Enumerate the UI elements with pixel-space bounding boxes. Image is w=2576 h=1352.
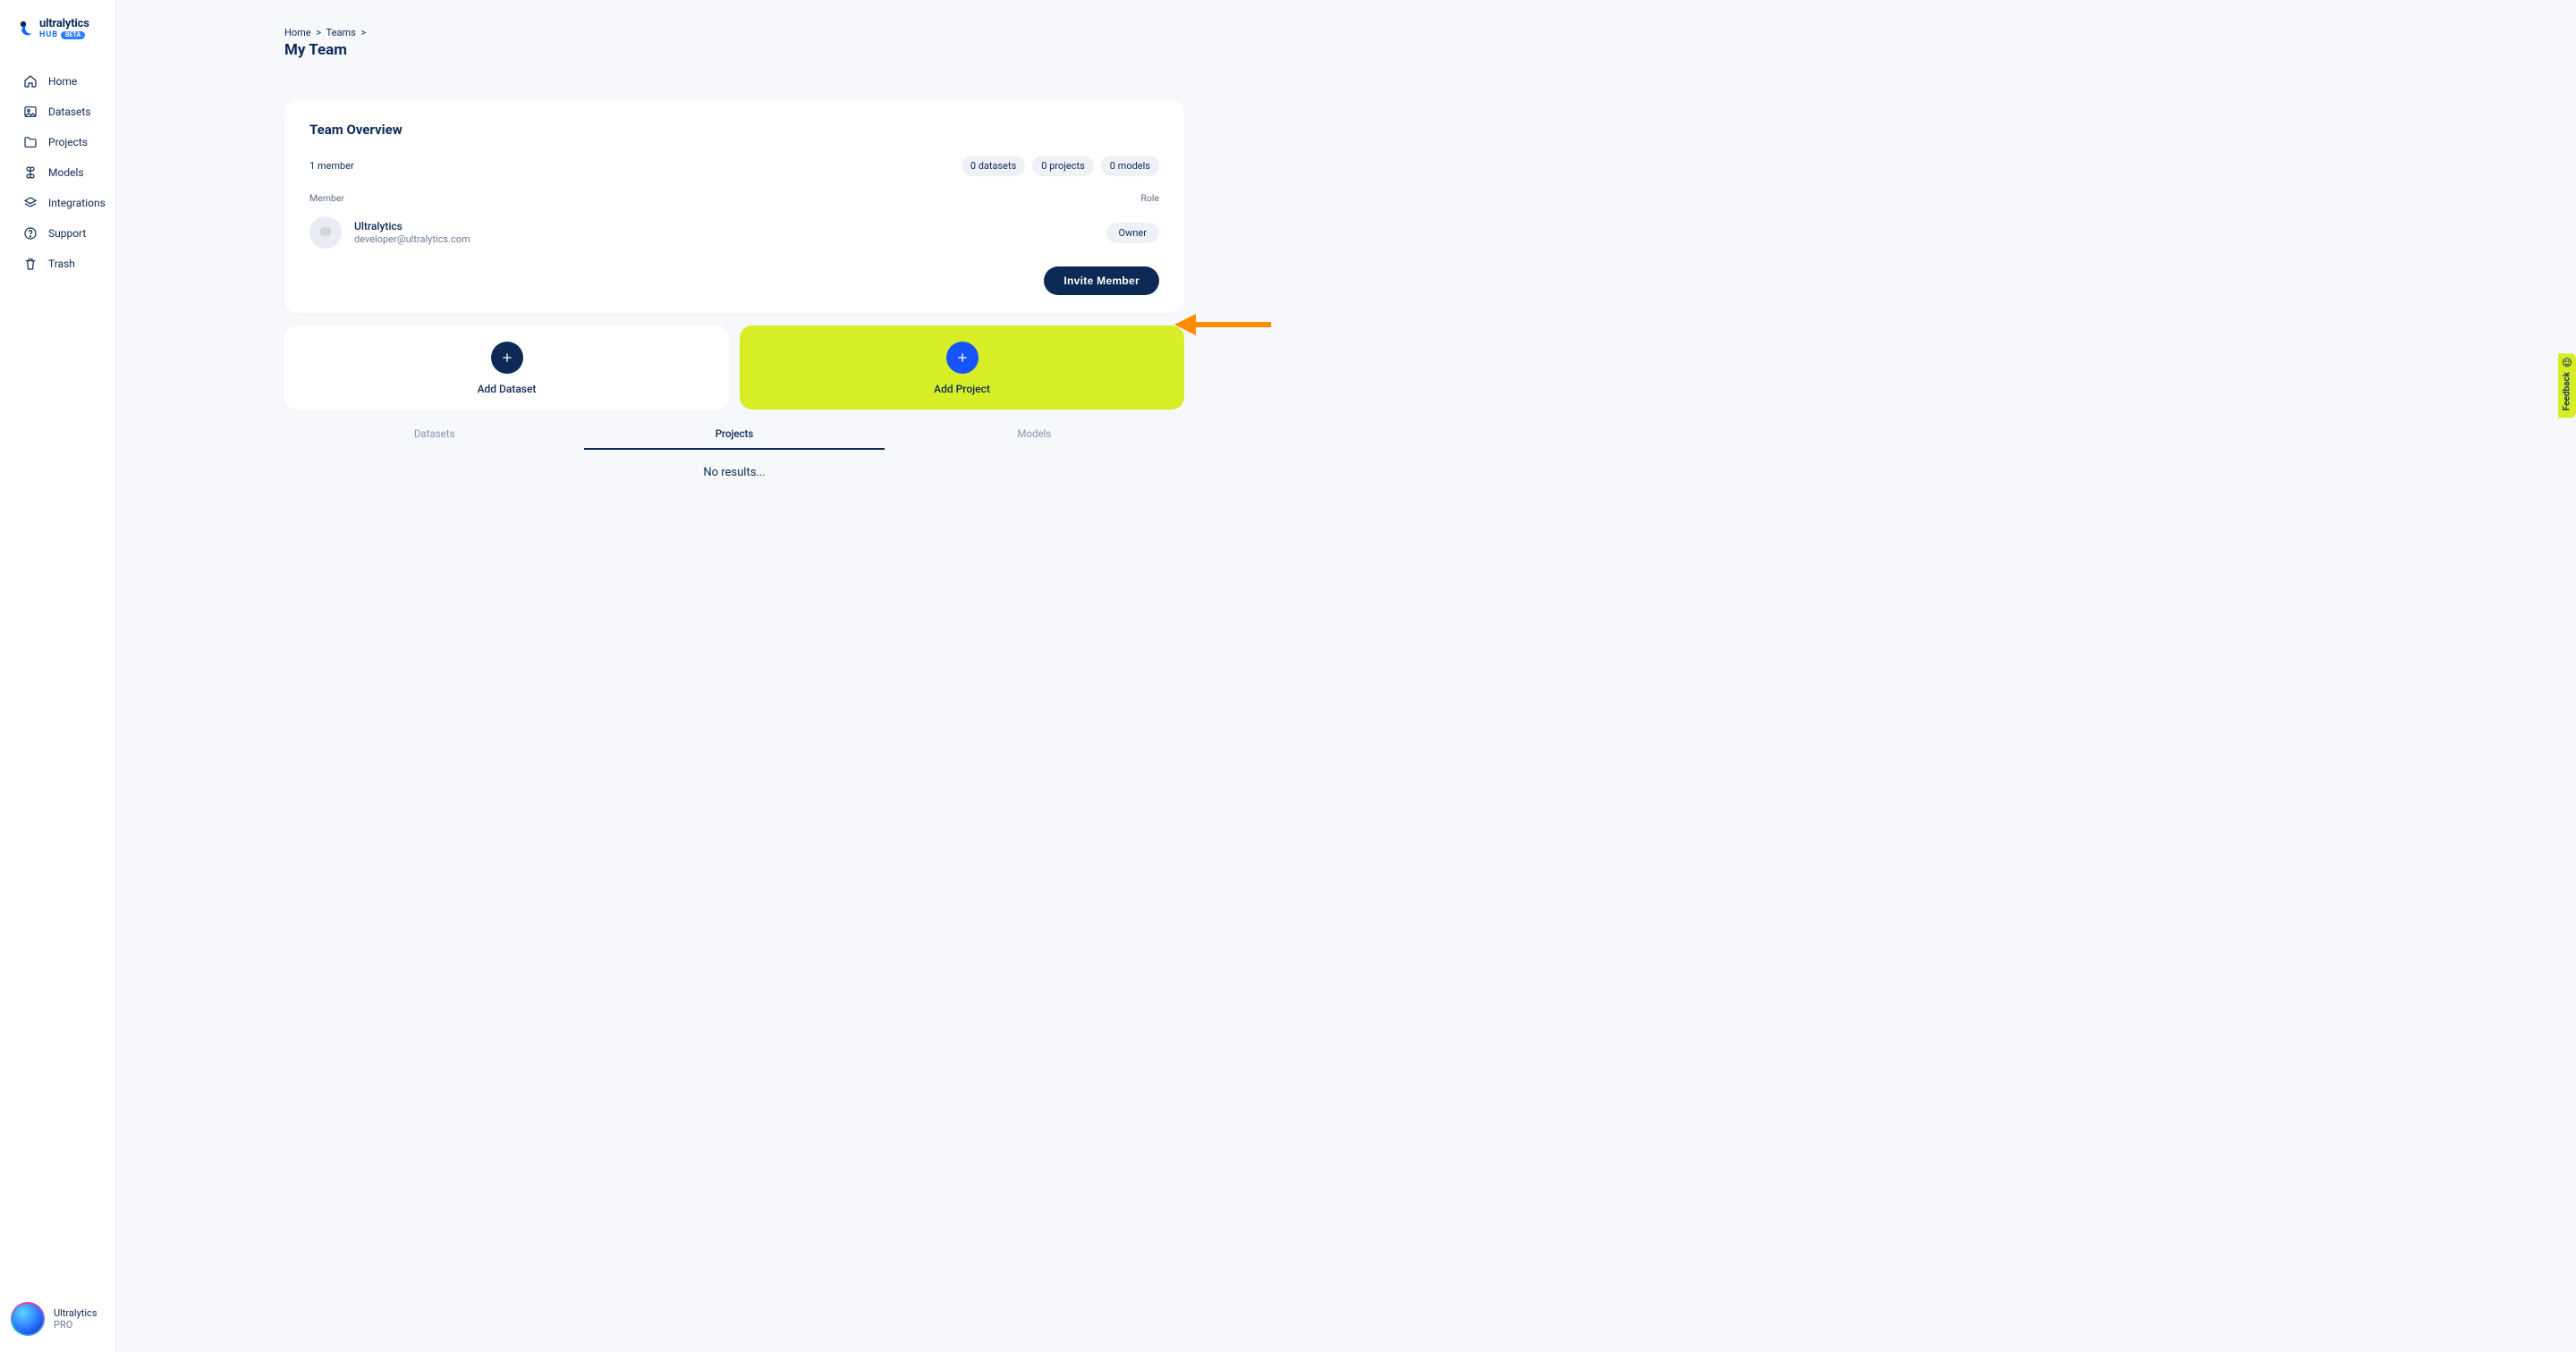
nav-projects[interactable]: Projects: [0, 127, 115, 157]
breadcrumb: Home > Teams >: [284, 27, 1184, 38]
members-table-header: Member Role: [309, 192, 1159, 204]
sidebar-user[interactable]: Ultralytics PRO: [0, 1288, 115, 1352]
trash-icon: [23, 257, 38, 271]
nav-integrations[interactable]: Integrations: [0, 188, 115, 218]
folder-icon: [23, 135, 38, 149]
nav-label: Support: [48, 227, 86, 240]
member-count: 1 member: [309, 160, 354, 172]
plus-icon: [491, 342, 523, 374]
feedback-tab[interactable]: Feedback: [2558, 353, 2576, 418]
page-title: My Team: [284, 41, 1184, 59]
chip-models: 0 models: [1101, 156, 1159, 176]
nav-label: Models: [48, 166, 84, 179]
nav-support[interactable]: Support: [0, 218, 115, 249]
card-title: Team Overview: [309, 122, 1159, 138]
chip-projects: 0 projects: [1032, 156, 1093, 176]
breadcrumb-teams[interactable]: Teams: [326, 27, 356, 38]
chevron-right-icon: >: [361, 27, 367, 38]
tab-models[interactable]: Models: [885, 420, 1184, 450]
tab-projects[interactable]: Projects: [584, 420, 884, 450]
nav-models[interactable]: Models: [0, 157, 115, 188]
smiley-icon: [2562, 357, 2572, 368]
feedback-label: Feedback: [2563, 372, 2572, 410]
col-role: Role: [1140, 192, 1159, 204]
nav-label: Home: [48, 75, 77, 88]
plus-icon: [946, 342, 979, 374]
nav-label: Projects: [48, 136, 88, 148]
invite-member-button[interactable]: Invite Member: [1044, 266, 1159, 295]
member-email: developer@ultralytics.com: [354, 233, 470, 246]
stats-chips: 0 datasets 0 projects 0 models: [962, 156, 1159, 176]
brand-name: ultralytics: [39, 18, 89, 30]
user-name: Ultralytics: [54, 1307, 97, 1319]
main: Home > Teams > My Team Team Overview 1 m…: [116, 0, 1352, 479]
brand-beta-badge: BETA: [61, 31, 85, 39]
logo-icon: [20, 19, 34, 38]
member-avatar: [309, 216, 342, 249]
avatar: [11, 1302, 45, 1336]
member-name: Ultralytics: [354, 220, 470, 233]
image-icon: [23, 105, 38, 119]
brand-logo[interactable]: ultralytics HUB BETA: [0, 13, 115, 48]
add-dataset-card[interactable]: Add Dataset: [284, 325, 729, 410]
role-badge: Owner: [1106, 223, 1159, 243]
tab-datasets[interactable]: Datasets: [284, 420, 584, 450]
member-row: Ultralytics developer@ultralytics.com Ow…: [309, 216, 1159, 249]
chevron-right-icon: >: [316, 27, 321, 38]
no-results-text: No results...: [284, 466, 1184, 479]
layers-icon: [23, 196, 38, 210]
brand-hub: HUB: [39, 31, 58, 39]
add-row: Add Dataset Add Project: [284, 325, 1184, 410]
nav-home[interactable]: Home: [0, 66, 115, 97]
home-icon: [23, 74, 38, 89]
nav: Home Datasets Projects Models Integratio…: [0, 66, 115, 1288]
command-icon: [23, 165, 38, 180]
chip-datasets: 0 datasets: [962, 156, 1025, 176]
team-overview-card: Team Overview 1 member 0 datasets 0 proj…: [284, 100, 1184, 313]
breadcrumb-home[interactable]: Home: [284, 27, 311, 38]
nav-trash[interactable]: Trash: [0, 249, 115, 279]
help-icon: [23, 226, 38, 241]
nav-label: Trash: [48, 258, 75, 270]
nav-datasets[interactable]: Datasets: [0, 97, 115, 127]
nav-label: Integrations: [48, 197, 106, 209]
add-dataset-label: Add Dataset: [478, 383, 537, 395]
add-project-card[interactable]: Add Project: [740, 325, 1184, 410]
add-project-label: Add Project: [934, 383, 990, 395]
nav-label: Datasets: [48, 106, 91, 118]
sidebar: ultralytics HUB BETA Home Datasets Proje…: [0, 0, 116, 1352]
user-plan: PRO: [54, 1319, 97, 1331]
col-member: Member: [309, 192, 344, 204]
tabs: Datasets Projects Models: [284, 420, 1184, 450]
